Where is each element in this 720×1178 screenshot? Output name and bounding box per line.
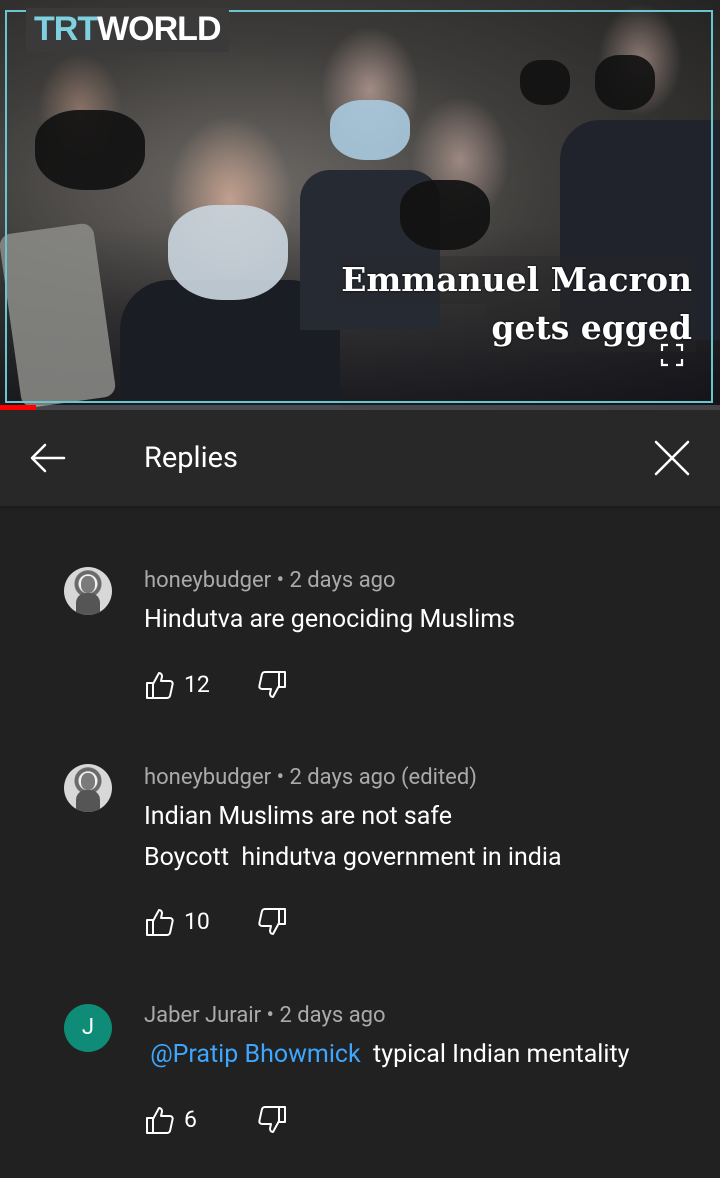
avatar-face bbox=[81, 576, 95, 593]
thumbs-up-icon bbox=[146, 909, 174, 936]
avatar[interactable] bbox=[64, 764, 112, 812]
reply-text-body: typical Indian mentality bbox=[366, 1040, 630, 1069]
replies-header: Replies bbox=[0, 410, 720, 506]
reply-text-line-2: Boycott hindutva government in india bbox=[144, 843, 562, 872]
header-divider bbox=[0, 506, 720, 512]
close-button[interactable] bbox=[648, 434, 696, 482]
thumbs-up-icon bbox=[146, 1107, 174, 1134]
back-button[interactable] bbox=[24, 434, 72, 482]
avatar-body bbox=[76, 790, 100, 812]
arrow-left-icon bbox=[30, 443, 66, 473]
like-button[interactable] bbox=[144, 1104, 176, 1136]
like-count: 6 bbox=[184, 1106, 197, 1133]
thumbs-up-icon bbox=[146, 672, 174, 699]
avatar[interactable] bbox=[64, 567, 112, 615]
reply-text: Hindutva are genociding Muslims bbox=[144, 605, 516, 634]
fullscreen-icon[interactable] bbox=[660, 343, 684, 367]
reply-text: @Pratip Bhowmick typical Indian mentalit… bbox=[144, 1034, 629, 1075]
video-player[interactable]: TRTWORLD Emmanuel Macron gets egged bbox=[0, 0, 720, 410]
dislike-button[interactable] bbox=[256, 1104, 288, 1136]
reply-meta: honeybudger • 2 days ago (edited) bbox=[144, 765, 477, 790]
close-icon bbox=[654, 440, 690, 476]
reply-meta: Jaber Jurair • 2 days ago bbox=[144, 1003, 386, 1028]
like-count: 12 bbox=[184, 671, 210, 698]
logo-world: WORLD bbox=[97, 10, 221, 48]
mention-link[interactable]: @Pratip Bhowmick bbox=[144, 1040, 367, 1069]
thumbs-down-icon bbox=[258, 908, 286, 935]
like-button[interactable] bbox=[144, 669, 176, 701]
like-button[interactable] bbox=[144, 906, 176, 938]
page-title: Replies bbox=[144, 441, 238, 475]
video-caption: Emmanuel Macron gets egged bbox=[337, 256, 696, 352]
channel-logo: TRTWORLD bbox=[26, 8, 229, 52]
avatar-body bbox=[76, 593, 100, 615]
dislike-button[interactable] bbox=[256, 906, 288, 938]
thumbs-down-icon bbox=[258, 1106, 286, 1133]
thumbs-down-icon bbox=[258, 671, 286, 698]
reply-meta: honeybudger • 2 days ago bbox=[144, 568, 396, 593]
avatar[interactable]: J bbox=[64, 1004, 112, 1052]
logo-trt: TRT bbox=[34, 10, 98, 48]
avatar-face bbox=[81, 773, 95, 790]
like-count: 10 bbox=[184, 908, 210, 935]
reply-text-line-1: Indian Muslims are not safe bbox=[144, 802, 452, 831]
caption-line-1: Emmanuel Macron bbox=[337, 256, 696, 304]
dislike-button[interactable] bbox=[256, 669, 288, 701]
